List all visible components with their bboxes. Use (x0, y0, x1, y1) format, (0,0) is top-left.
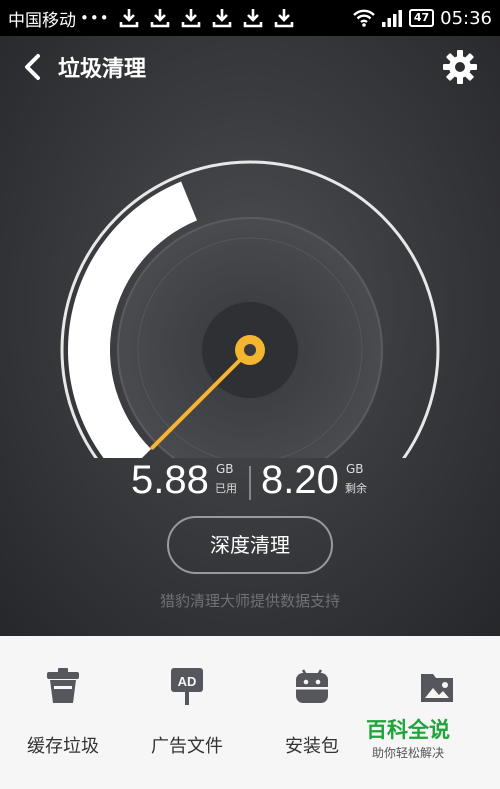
cleaner-panel: 垃圾清理 5.88 GB 已用 8.20 GB 剩余 深度清理 猎豹清理大师提供… (0, 36, 500, 636)
used-label: 已用 (215, 482, 237, 495)
ad-sign-icon: AD (171, 668, 203, 705)
download-icon (243, 9, 262, 28)
tools-panel: 缓存垃圾 AD 广告文件 安装包 百科全说 助你轻松解决 (0, 636, 500, 789)
android-icon (296, 669, 328, 703)
download-icon (119, 9, 138, 28)
tool-label: 缓存垃圾 (27, 736, 99, 757)
more-notifications-indicator: ••• (80, 9, 110, 27)
remaining-value: 8.20 (261, 458, 339, 502)
download-notifications (118, 7, 295, 29)
tool-label: 安装包 (285, 736, 339, 757)
clock: 05:36 (440, 7, 492, 29)
deep-clean-button[interactable]: 深度清理 (167, 516, 333, 574)
storage-gauge (60, 160, 440, 458)
page-title: 垃圾清理 (58, 57, 147, 82)
watermark-subtitle: 助你轻松解决 (372, 746, 445, 760)
status-bar: 中国移动 ••• 47 05:36 (0, 0, 500, 36)
readout-divider (249, 466, 251, 500)
data-support-note: 猎豹清理大师提供数据支持 (159, 592, 340, 610)
download-icon (212, 9, 231, 28)
wifi-icon (352, 9, 375, 27)
tool-cache-junk[interactable]: 缓存垃圾 (8, 666, 118, 758)
battery-indicator: 47 (408, 9, 435, 27)
signal-icon (381, 10, 402, 27)
tool-label: 广告文件 (151, 736, 223, 757)
carrier-name: 中国移动 (8, 10, 76, 31)
title-bar: 垃圾清理 (0, 36, 500, 98)
site-watermark: 百科全说 助你轻松解决 (360, 712, 488, 770)
download-icon (181, 9, 200, 28)
used-unit: GB (216, 462, 234, 476)
remaining-label: 剩余 (345, 482, 367, 495)
gear-icon[interactable] (442, 49, 478, 85)
tool-ad-files[interactable]: AD 广告文件 (132, 666, 242, 758)
needle-pivot-center (244, 344, 256, 356)
remaining-unit: GB (346, 462, 364, 476)
download-icon (150, 9, 169, 28)
watermark-title: 百科全说 (366, 718, 450, 742)
used-value: 5.88 (131, 458, 209, 502)
download-icon (274, 9, 293, 28)
storage-readout: 5.88 GB 已用 8.20 GB 剩余 (0, 458, 500, 518)
svg-text:AD: AD (178, 674, 197, 689)
tool-install-packages[interactable]: 安装包 (257, 666, 367, 758)
trash-icon (47, 668, 79, 703)
image-folder-icon (421, 674, 453, 702)
back-arrow-icon[interactable] (18, 50, 48, 84)
